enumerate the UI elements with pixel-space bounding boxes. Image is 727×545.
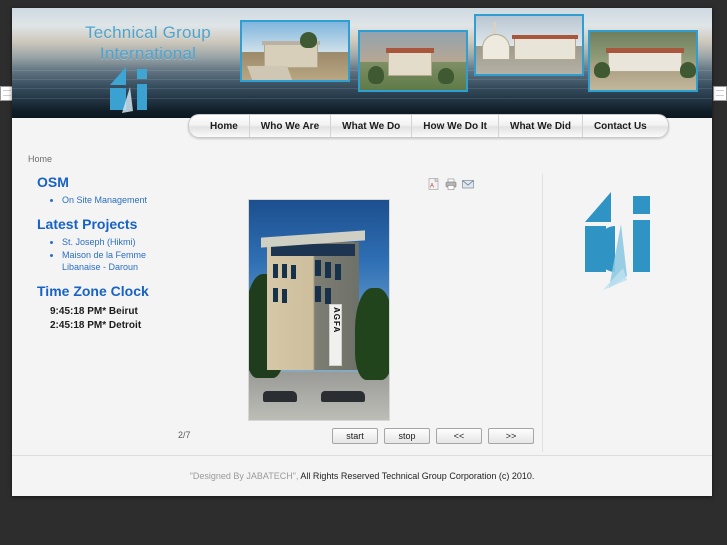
nav-item-how-we-do-it[interactable]: How We Do It	[412, 115, 499, 137]
banner-photo-3	[474, 14, 584, 76]
slideshow-banner-flag: AGFA	[329, 304, 342, 366]
slideshow-counter: 2/7	[178, 430, 191, 440]
clock-time-beirut: 9:45:18 PM*	[50, 306, 107, 317]
main-column: A AGFA 2/7 start stop << >>	[172, 174, 543, 452]
tgi-watermark-logo-icon	[585, 192, 650, 290]
nav-item-what-we-did[interactable]: What We Did	[499, 115, 583, 137]
nav-item-who-we-are[interactable]: Who We Are	[250, 115, 332, 137]
slideshow-start-button[interactable]: start	[332, 428, 378, 444]
time-zone-clock: 9:45:18 PM* Beirut 2:45:18 PM* Detroit	[50, 305, 172, 333]
brand-title: Technical Group International	[58, 22, 238, 64]
sidebar-list-osm: On Site Management	[28, 194, 172, 206]
nav-item-what-we-do[interactable]: What We Do	[331, 115, 413, 137]
right-column	[543, 174, 712, 452]
clock-row-detroit: 2:45:18 PM* Detroit	[50, 319, 172, 333]
svg-text:A: A	[430, 184, 434, 190]
page-shell: Technical Group International Home Who W…	[12, 8, 712, 496]
main-navigation: Home Who We Are What We Do How We Do It …	[188, 114, 669, 138]
site-footer: "Designed By JABATECH", All Rights Reser…	[12, 455, 712, 496]
tgi-logo-icon	[110, 67, 147, 113]
article-tools: A	[428, 178, 474, 190]
site-banner: Technical Group International	[12, 8, 712, 118]
slideshow-prev-button[interactable]: <<	[436, 428, 482, 444]
sidebar-heading-osm: OSM	[37, 174, 69, 190]
pdf-icon[interactable]: A	[428, 178, 440, 190]
print-icon[interactable]	[445, 178, 457, 190]
sidebar-link-maison-de-la-femme[interactable]: Maison de la Femme Libanaise - Daroun	[62, 249, 172, 273]
footer-text: "Designed By JABATECH", All Rights Reser…	[190, 471, 535, 481]
sidebar-heading-time-zone-clock: Time Zone Clock	[37, 283, 149, 299]
footer-designer: "Designed By JABATECH",	[189, 471, 299, 481]
brand-line-1: Technical Group	[85, 23, 211, 42]
sidebar: OSM On Site Management Latest Projects S…	[12, 174, 172, 333]
clock-row-beirut: 9:45:18 PM* Beirut	[50, 305, 172, 319]
sidebar-list-latest-projects: St. Joseph (Hikmi) Maison de la Femme Li…	[28, 236, 172, 273]
nav-bar-region: Home Who We Are What We Do How We Do It …	[12, 114, 712, 144]
window-resize-handle-right[interactable]	[713, 86, 727, 101]
slideshow-image[interactable]: AGFA	[248, 199, 390, 421]
banner-photo-4	[588, 30, 698, 92]
clock-time-detroit: 2:45:18 PM*	[50, 320, 107, 331]
footer-rights: All Rights Reserved Technical Group Corp…	[298, 471, 535, 481]
slideshow-next-button[interactable]: >>	[488, 428, 534, 444]
banner-photo-strip	[230, 8, 700, 118]
slideshow-banner-text: AGFA	[332, 307, 341, 334]
breadcrumb: Home	[28, 154, 53, 164]
sidebar-link-on-site-management[interactable]: On Site Management	[62, 194, 172, 206]
clock-city-beirut: Beirut	[108, 306, 138, 317]
sidebar-heading-latest-projects: Latest Projects	[37, 216, 138, 232]
banner-photo-1	[240, 20, 350, 82]
clock-city-detroit: Detroit	[108, 320, 142, 331]
banner-photo-2	[358, 30, 468, 92]
nav-item-contact-us[interactable]: Contact Us	[583, 115, 658, 137]
slideshow-stop-button[interactable]: stop	[384, 428, 430, 444]
email-icon[interactable]	[462, 178, 474, 190]
brand-line-2: International	[99, 44, 197, 63]
slideshow-controls: start stop << >>	[332, 428, 534, 444]
content-area: Home OSM On Site Management Latest Proje…	[12, 144, 712, 460]
nav-item-home[interactable]: Home	[199, 115, 250, 137]
sidebar-link-st-joseph[interactable]: St. Joseph (Hikmi)	[62, 236, 172, 248]
